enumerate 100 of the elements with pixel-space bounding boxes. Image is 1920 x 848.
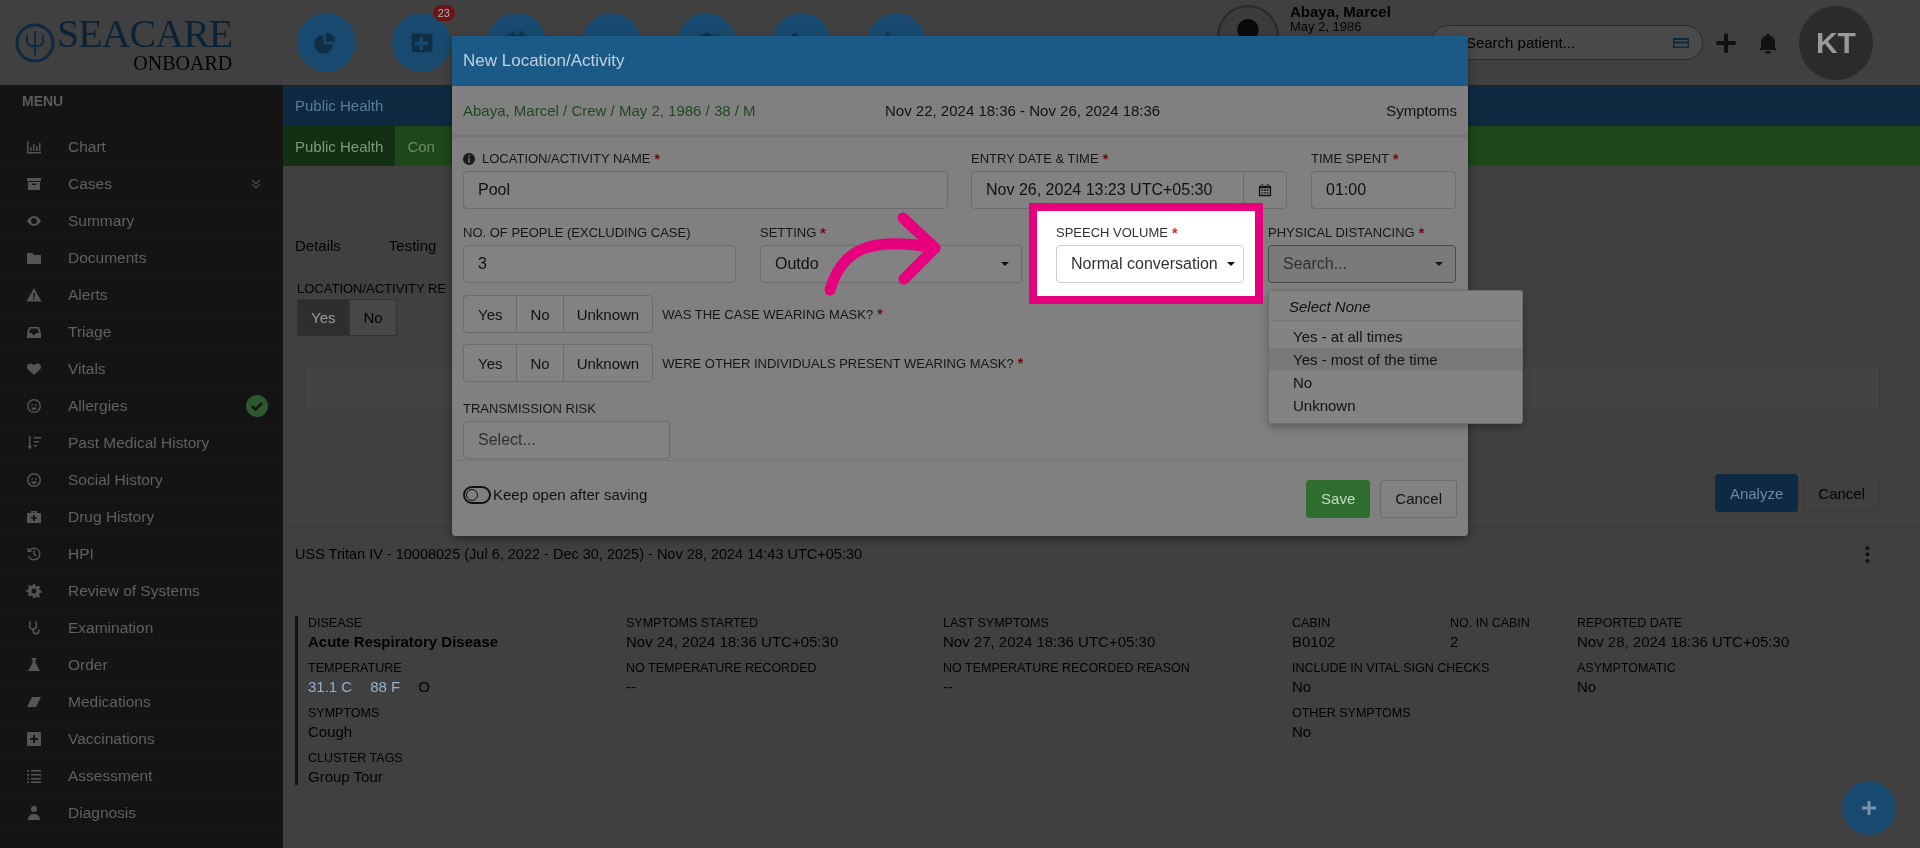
sidebar-item[interactable]: Documents xyxy=(0,240,283,277)
sidebar-item[interactable]: Assessment xyxy=(0,758,283,795)
field-value: -- xyxy=(626,678,636,695)
field-value: No xyxy=(1577,678,1597,695)
sidebar-item[interactable]: Review of Systems xyxy=(0,573,283,610)
sidebar-item[interactable]: Cases xyxy=(0,166,283,203)
temperature-link[interactable]: 88 F xyxy=(370,678,401,695)
smiley-icon xyxy=(26,472,42,488)
field-value: Nov 28, 2024 18:36 UTC+05:30 xyxy=(1577,633,1790,650)
field-value: No xyxy=(1292,723,1312,740)
field-value: Nov 27, 2024 18:36 UTC+05:30 xyxy=(943,633,1156,650)
sidebar-item[interactable]: Triage xyxy=(0,314,283,351)
list-icon xyxy=(26,768,42,784)
field-label: NO TEMPERATURE RECORDED xyxy=(626,661,818,675)
logo-tagline: ONBOARD xyxy=(133,53,233,72)
section-title: Public Health xyxy=(295,97,384,114)
field-value: -- xyxy=(943,678,953,695)
history-icon xyxy=(26,546,42,562)
option-button[interactable]: Unknown xyxy=(562,295,654,333)
option-button[interactable]: Yes xyxy=(463,295,518,333)
temperature-link[interactable]: 31.1 C xyxy=(308,678,353,695)
field-value: O xyxy=(418,678,430,695)
add-icon[interactable] xyxy=(1714,31,1737,54)
menu-item[interactable]: Unknown xyxy=(1269,394,1522,417)
people-count-field[interactable]: 3 xyxy=(463,245,736,283)
time-spent-field[interactable]: 01:00 xyxy=(1311,171,1456,209)
tab[interactable]: Public Health xyxy=(283,126,396,166)
cancel-button[interactable]: Cancel xyxy=(1380,479,1457,518)
sidebar-item[interactable]: Alerts xyxy=(0,277,283,314)
patient-dob: May 2, 1986 xyxy=(1290,20,1363,34)
patient-summary: Abaya, Marcel / Crew / May 2, 1986 / 38 / M xyxy=(463,102,757,119)
menu-item[interactable]: Yes - most of the time xyxy=(1269,348,1522,371)
question-label: WERE OTHER INDIVIDUALS PRESENT WEARING MASK? xyxy=(662,355,1014,371)
cancel-button[interactable]: Cancel xyxy=(1803,474,1880,512)
option-button[interactable]: Unknown xyxy=(562,344,654,382)
card-icon xyxy=(1672,37,1689,49)
flask-icon xyxy=(26,657,42,673)
analyze-button[interactable]: Analyze xyxy=(1714,474,1799,512)
sidebar-item[interactable]: Diagnosis xyxy=(0,795,283,832)
medical-bag-icon xyxy=(26,509,42,525)
menu-item[interactable]: No xyxy=(1269,371,1522,394)
archive-icon xyxy=(26,176,42,192)
section-tab[interactable]: Testing xyxy=(388,231,447,259)
sort-icon xyxy=(26,435,42,451)
sidebar-item[interactable]: Chart xyxy=(0,129,283,166)
add-button[interactable] xyxy=(1842,781,1896,835)
option-button[interactable]: Yes xyxy=(297,299,350,336)
location-name-field[interactable]: Pool xyxy=(463,171,948,209)
field-value: No xyxy=(1292,678,1312,695)
field-label: INCLUDE IN VITAL SIGN CHECKS xyxy=(1292,661,1491,675)
toggle-switch[interactable] xyxy=(463,485,491,504)
sidebar-item[interactable]: Vitals xyxy=(0,351,283,388)
notification-badge: 23 xyxy=(432,5,455,21)
field-label: LOCATION/ACTIVITY NAME xyxy=(482,151,651,166)
field-label: LAST SYMPTOMS xyxy=(943,616,1050,630)
stethoscope-icon xyxy=(26,620,42,636)
bar-chart-icon xyxy=(26,139,42,155)
eye-icon xyxy=(26,213,42,229)
sidebar-item[interactable]: Medications xyxy=(0,684,283,721)
warning-icon xyxy=(26,287,42,303)
required-mark: * xyxy=(654,150,660,167)
option-button[interactable]: No xyxy=(516,295,564,333)
menu-item[interactable]: Yes - at all times xyxy=(1269,325,1522,348)
sidebar-item[interactable]: Vaccinations xyxy=(0,721,283,758)
save-button[interactable]: Save xyxy=(1306,479,1371,518)
sidebar-item[interactable]: Allergies xyxy=(0,388,283,425)
sidebar-item[interactable]: Drug History xyxy=(0,499,283,536)
field-label: NO. IN CABIN xyxy=(1450,616,1531,630)
user-avatar[interactable]: KT xyxy=(1798,5,1873,80)
sidebar-item[interactable]: Past Medical History xyxy=(0,425,283,462)
field-label: SPEECH VOLUME xyxy=(1056,225,1168,240)
sidebar-item[interactable]: HPI xyxy=(0,536,283,573)
required-mark: * xyxy=(1172,224,1178,241)
field-label: TIME SPENT xyxy=(1311,151,1389,166)
field-label: CABIN xyxy=(1292,616,1332,630)
option-button[interactable]: No xyxy=(516,344,564,382)
section-tab[interactable]: Details xyxy=(295,231,351,259)
field-label: DISEASE xyxy=(308,616,364,630)
modal-title: New Location/Activity xyxy=(463,51,625,71)
menu-item[interactable]: Select None xyxy=(1269,295,1522,321)
required-mark: * xyxy=(1102,150,1109,167)
bell-icon[interactable] xyxy=(1756,31,1779,54)
field-value: Nov 24, 2024 18:36 UTC+05:30 xyxy=(626,633,839,650)
sidebar-item[interactable]: Summary xyxy=(0,203,283,240)
speech-volume-select[interactable]: Normal conversation xyxy=(1056,245,1244,283)
option-button[interactable]: No xyxy=(349,299,397,336)
field-label: SETTING xyxy=(760,225,817,240)
more-options-icon[interactable] xyxy=(1865,545,1870,563)
transmission-risk-select[interactable]: Select... xyxy=(463,421,670,459)
case-title: USS Tritan IV - 10008025 (Jul 6, 2022 - Dec 30, 2025) - Nov 28, 2024 14:43 UTC+05:30 xyxy=(295,546,863,562)
context-label: Symptoms xyxy=(1386,102,1457,119)
sidebar-item[interactable]: Order xyxy=(0,647,283,684)
physical-distancing-select[interactable]: Search... xyxy=(1268,245,1456,283)
field-value: Group Tour xyxy=(308,768,383,785)
option-button[interactable]: Yes xyxy=(463,344,518,382)
sidebar-item[interactable]: Social History xyxy=(0,462,283,499)
folder-icon xyxy=(26,250,42,266)
date-range: Nov 22, 2024 18:36 - Nov 26, 2024 18:36 xyxy=(885,102,1161,119)
required-mark: * xyxy=(1017,355,1024,371)
required-mark: * xyxy=(877,306,883,322)
